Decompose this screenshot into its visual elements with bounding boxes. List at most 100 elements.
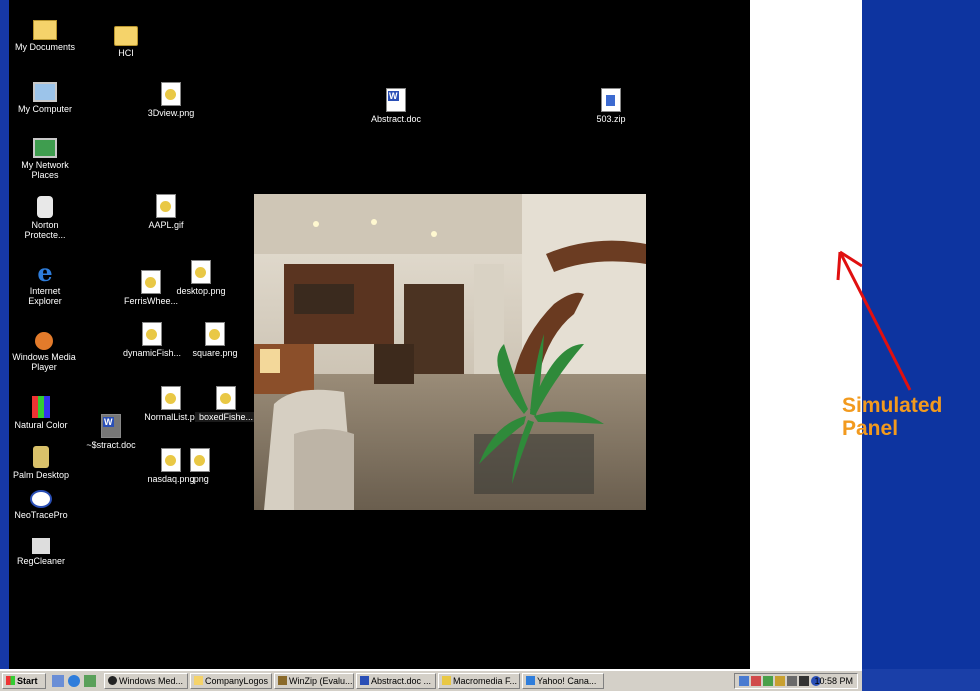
icon-label: .png <box>191 474 209 484</box>
desktop-icon-natural-color[interactable]: Natural Color <box>9 396 73 430</box>
icon-label: Norton Protecte... <box>24 220 66 240</box>
desktop-icon-neotracepro[interactable]: NeoTracePro <box>9 490 73 520</box>
icon-label: ~$stract.doc <box>86 440 136 450</box>
wallpaper-photo <box>254 194 646 510</box>
image-file-icon <box>141 270 161 294</box>
media-player-icon <box>108 676 117 685</box>
desktop-icon-dynamic-fish[interactable]: dynamicFish... <box>117 322 187 358</box>
printer-tray-icon[interactable] <box>775 676 785 686</box>
outlook-quicklaunch-icon[interactable] <box>84 675 96 687</box>
taskbar-button-label: WinZip (Evalu... <box>289 676 353 686</box>
icon-label: RegCleaner <box>16 556 66 566</box>
taskbar-button-abstract-doc[interactable]: Abstract.doc ... <box>356 673 436 689</box>
taskbar-button-yahoo[interactable]: Yahoo! Cana... <box>522 673 604 689</box>
desktop-icon-network-places[interactable]: My Network Places <box>15 138 75 180</box>
battery-tray-icon[interactable] <box>799 676 809 686</box>
desktop-icon-normal-list[interactable]: NormalList.pr <box>141 386 201 422</box>
desktop-icon-abstract-doc[interactable]: Abstract.doc <box>366 88 426 124</box>
icon-label: boxedFishe... <box>195 412 257 422</box>
start-label: Start <box>17 676 38 686</box>
internet-explorer-icon: e <box>37 258 53 287</box>
show-desktop-icon[interactable] <box>52 675 64 687</box>
desktop-icon-palm-desktop[interactable]: Palm Desktop <box>9 446 73 480</box>
taskbar-button-macromedia[interactable]: Macromedia F... <box>438 673 520 689</box>
image-file-icon <box>161 82 181 106</box>
taskbar-button-winzip[interactable]: WinZip (Evalu... <box>274 673 354 689</box>
taskbar-button-label: CompanyLogos <box>205 676 269 686</box>
taskbar-button-label: Windows Med... <box>119 676 184 686</box>
icon-label: dynamicFish... <box>122 348 182 358</box>
desktop-icon-internet-explorer[interactable]: e Internet Explorer <box>15 258 75 307</box>
left-blue-strip <box>0 0 9 669</box>
image-file-icon <box>191 260 211 284</box>
panel-caption-line2: Panel <box>842 417 899 440</box>
desktop-icon-square-png[interactable]: square.png <box>185 322 245 358</box>
icon-label: NeoTracePro <box>14 510 68 520</box>
palm-icon <box>33 446 49 468</box>
image-file-icon <box>216 386 236 410</box>
desktop-icon-hci[interactable]: HCI <box>101 22 151 58</box>
image-file-icon <box>156 194 176 218</box>
screen: My Documents HCI My Computer My Network … <box>0 0 980 691</box>
desktop-icon-temp-abstract[interactable]: ~$stract.doc <box>81 414 141 450</box>
internet-explorer-quicklaunch-icon[interactable] <box>68 675 80 687</box>
desktop-icon-my-computer[interactable]: My Computer <box>10 82 80 114</box>
sync-tray-icon[interactable] <box>763 676 773 686</box>
red-arrow-icon <box>836 250 912 391</box>
neotrace-icon <box>30 490 52 508</box>
computer-icon <box>33 82 57 102</box>
image-file-icon <box>142 322 162 346</box>
icon-label: 503.zip <box>596 114 626 124</box>
network-icon <box>33 138 57 158</box>
icon-label: NormalList.pr <box>144 412 198 422</box>
taskbar-button-windows-media[interactable]: Windows Med... <box>104 673 188 689</box>
media-player-icon <box>35 332 53 350</box>
system-tray: 10:58 PM <box>734 673 858 689</box>
winzip-icon <box>278 676 287 685</box>
icon-label: Abstract.doc <box>370 114 422 124</box>
taskbar-button-label: Yahoo! Cana... <box>537 676 597 686</box>
network-tray-icon[interactable] <box>739 676 749 686</box>
image-file-icon <box>205 322 225 346</box>
image-file-icon <box>190 448 210 472</box>
panel-caption-line1: Simulated <box>842 394 943 417</box>
icon-label: square.png <box>192 348 238 358</box>
icon-label: My Network Places <box>21 160 69 180</box>
clock[interactable]: 10:58 PM <box>814 674 853 688</box>
desktop-icon-norton[interactable]: Norton Protecte... <box>15 196 75 240</box>
internet-explorer-icon <box>526 676 535 685</box>
taskbar-button-companylogos[interactable]: CompanyLogos <box>190 673 272 689</box>
taskbar-button-label: Abstract.doc ... <box>371 676 432 686</box>
panel-caption: Simulated Panel <box>842 394 980 440</box>
start-button[interactable]: Start <box>2 673 46 689</box>
taskbar-button-label: Macromedia F... <box>453 676 518 686</box>
icon-label: Natural Color <box>14 420 68 430</box>
desktop-icon-3dview[interactable]: 3Dview.png <box>141 82 201 118</box>
icon-label: HCI <box>118 48 134 58</box>
word-document-icon <box>386 88 406 112</box>
icon-label: FerrisWhee... <box>123 296 178 306</box>
desktop-icon-503-zip[interactable]: 503.zip <box>586 88 636 124</box>
icon-label: AAPL.gif <box>148 220 184 230</box>
icon-label: Palm Desktop <box>12 470 70 480</box>
icon-label: My Documents <box>14 42 76 52</box>
macromedia-icon <box>442 676 451 685</box>
icon-label: Internet Explorer <box>28 286 62 306</box>
volume-tray-icon[interactable] <box>787 676 797 686</box>
desktop-icon-my-documents[interactable]: My Documents <box>10 16 80 52</box>
desktop-icon-regcleaner[interactable]: RegCleaner <box>9 538 73 566</box>
desktop-icon-png[interactable]: .png <box>185 448 215 484</box>
image-file-icon <box>161 386 181 410</box>
desktop-icon-aapl[interactable]: AAPL.gif <box>141 194 191 230</box>
desktop-icon-windows-media-player[interactable]: Windows Media Player <box>9 332 79 372</box>
windows-logo-icon <box>6 676 15 685</box>
security-tray-icon[interactable] <box>751 676 761 686</box>
icon-label: Windows Media Player <box>12 352 76 372</box>
icon-label: 3Dview.png <box>147 108 195 118</box>
word-document-icon <box>101 414 121 438</box>
natural-color-icon <box>32 396 50 418</box>
desktop-icon-boxed-fish[interactable]: boxedFishe... <box>195 386 257 422</box>
folder-icon <box>194 676 203 685</box>
icon-label: My Computer <box>17 104 72 114</box>
desktop-icon-ferris[interactable]: FerrisWhee... <box>121 270 181 306</box>
